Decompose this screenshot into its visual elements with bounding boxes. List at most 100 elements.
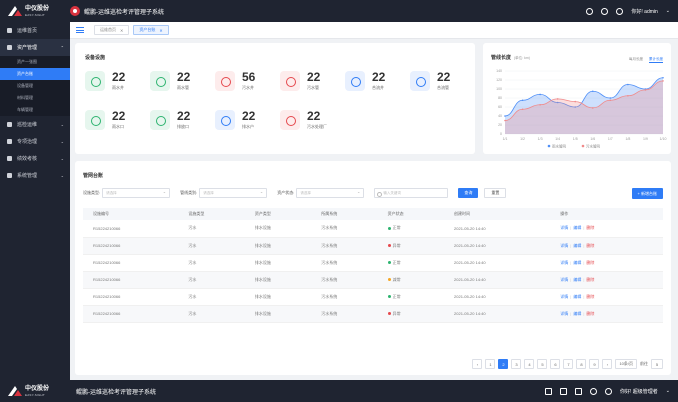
user-icon[interactable] [605, 387, 613, 395]
refresh-icon[interactable] [586, 7, 594, 15]
device-card[interactable]: 22 合流管 [410, 65, 475, 96]
device-icon [215, 109, 235, 130]
grid-icon[interactable] [575, 387, 583, 395]
sidebar-subitem-4[interactable]: 车辆管理 [0, 104, 70, 116]
page-size-select[interactable]: 10条/页 [615, 359, 637, 369]
message-icon[interactable] [560, 387, 568, 395]
user-greeting[interactable]: 你好! admin [631, 8, 657, 15]
sidebar-item-inspection[interactable]: 巡检运维 ⌄ [0, 116, 70, 133]
device-icon [410, 70, 430, 91]
delete-link[interactable]: 删除 [586, 311, 594, 316]
sidebar-item-system-management[interactable]: 系统管理 ⌄ [0, 167, 70, 184]
edit-link[interactable]: 编辑 [573, 225, 581, 230]
facility-type-select[interactable]: 请选择 [102, 188, 171, 198]
status-cell: 正常 [377, 220, 445, 238]
prev-page-button[interactable]: ‹ [472, 359, 483, 369]
device-card[interactable]: 56 污水井 [215, 65, 280, 96]
page-button[interactable]: 1 [485, 359, 496, 369]
add-ledger-button[interactable]: + 新增台账 [631, 188, 663, 199]
page-button[interactable]: 4 [524, 359, 535, 369]
table-cell: 2021-05-20 14:40 [444, 305, 551, 323]
sidebar-item-asset-management[interactable]: 资产管理 ⌃ [0, 39, 70, 56]
table-cell: 排水设施 [244, 288, 312, 306]
data-point [556, 98, 559, 100]
devices-panel: 设备设施 22 雨水井 22 雨水管 56 污水井 22 污水管 22 合流井 22 合流管 22 雨水口… [75, 43, 475, 154]
goto-page-input[interactable]: 5 [651, 359, 663, 369]
logo-cn: 中仪股份 [25, 5, 50, 12]
user-icon[interactable] [616, 7, 624, 15]
delete-link[interactable]: 删除 [586, 294, 594, 299]
next-page-button[interactable]: › [602, 359, 613, 369]
sidebar-subitem-3[interactable]: 材料管理 [0, 92, 70, 104]
delete-link[interactable]: 删除 [586, 277, 594, 282]
edit-link[interactable]: 编辑 [573, 277, 581, 282]
edit-link[interactable]: 编辑 [573, 294, 581, 299]
chart-icon[interactable] [545, 387, 553, 395]
y-tick-label: 40 [498, 114, 502, 118]
separator: | [570, 293, 572, 299]
goto-label: 前往 [640, 361, 648, 366]
x-tick-label: 1/7 [608, 137, 613, 141]
detail-link[interactable]: 详情 [560, 243, 568, 248]
page-button[interactable]: 3 [511, 359, 522, 369]
menu-toggle-icon[interactable] [76, 27, 84, 33]
table-cell: 2021-05-20 14:40 [444, 237, 551, 255]
sidebar-item-home[interactable]: 运维首页 [0, 22, 70, 39]
filter-label-pipeline: 管线类别: [180, 190, 198, 195]
page-button[interactable]: 8 [576, 359, 587, 369]
table-cell: 污水 [178, 220, 245, 238]
sidebar-item-performance[interactable]: 绩效考核 ⌄ [0, 150, 70, 167]
pipeline-class-select[interactable]: 请选择 [199, 188, 268, 198]
device-card[interactable]: 22 合流井 [345, 65, 410, 96]
device-card[interactable]: 22 污水管 [280, 65, 345, 96]
status-cell: 正常 [377, 288, 445, 306]
close-icon[interactable]: ✕ [159, 28, 162, 33]
y-tick-label: 140 [496, 69, 502, 73]
detail-link[interactable]: 详情 [560, 260, 568, 265]
page-button[interactable]: 2 [498, 359, 509, 369]
devices-title: 设备设施 [85, 55, 106, 61]
sidebar-item-special-governance[interactable]: 专项治理 ⌄ [0, 133, 70, 150]
tab-asset-ledger[interactable]: 资产台账 ✕ [133, 25, 169, 35]
sidebar-subitem-2[interactable]: 设备管理 [0, 80, 70, 92]
delete-link[interactable]: 删除 [586, 260, 594, 265]
asset-status-select[interactable]: 请选择 [296, 188, 365, 198]
page-button[interactable]: 6 [550, 359, 561, 369]
delete-link[interactable]: 删除 [586, 243, 594, 248]
separator: | [583, 293, 585, 299]
device-card[interactable]: 22 污水处理厂 [280, 104, 345, 135]
sidebar-subitem-0[interactable]: 资产一张图 [0, 56, 70, 68]
bell-icon[interactable] [601, 7, 609, 15]
chevron-down-icon[interactable]: ⌄ [666, 8, 670, 14]
edit-link[interactable]: 编辑 [573, 243, 581, 248]
tabs-bar: 运维首页 ✕ 资产台账 ✕ [70, 22, 678, 39]
y-tick-label: 120 [496, 78, 502, 82]
detail-link[interactable]: 详情 [560, 294, 568, 299]
data-point [627, 94, 629, 97]
page-button[interactable]: 7 [563, 359, 574, 369]
page-button[interactable]: 5 [537, 359, 548, 369]
tab-home[interactable]: 运维首页 ✕ [94, 25, 130, 35]
edit-link[interactable]: 编辑 [573, 260, 581, 265]
reset-button[interactable]: 重置 [484, 188, 507, 198]
bell-icon[interactable] [590, 387, 598, 395]
detail-link[interactable]: 详情 [560, 311, 568, 316]
device-card[interactable]: 22 雨水管 [150, 65, 215, 96]
close-icon[interactable]: ✕ [120, 28, 123, 33]
search-input[interactable]: 输入关键词 [374, 188, 449, 198]
device-card[interactable]: 22 雨水井 [85, 65, 150, 96]
device-count: 22 [112, 69, 126, 84]
delete-link[interactable]: 删除 [586, 225, 594, 230]
detail-link[interactable]: 详情 [560, 277, 568, 282]
edit-link[interactable]: 编辑 [573, 311, 581, 316]
detail-link[interactable]: 详情 [560, 225, 568, 230]
bottom-user-greeting[interactable]: 你好! 超级管理者 [620, 388, 658, 395]
device-card[interactable]: 22 排放口 [150, 104, 215, 135]
page-button[interactable]: 9 [589, 359, 600, 369]
search-button[interactable]: 查询 [458, 188, 479, 198]
sidebar-subitem-1[interactable]: 资产台账 [0, 68, 70, 80]
device-card[interactable]: 22 排水户 [215, 104, 280, 135]
chevron-down-icon[interactable]: ⌄ [666, 388, 670, 394]
device-card[interactable]: 22 雨水口 [85, 104, 150, 135]
logo: 中仪股份 EASY-SIGHT [0, 0, 70, 22]
